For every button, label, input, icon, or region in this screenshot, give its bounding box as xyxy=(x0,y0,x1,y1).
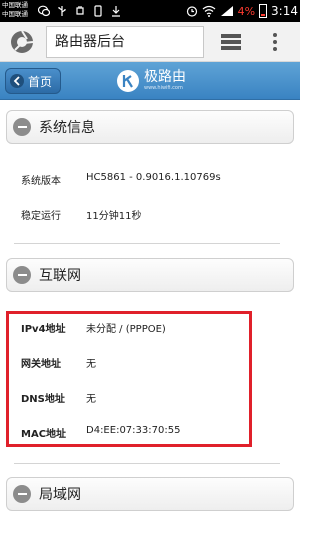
wifi-icon xyxy=(202,5,216,17)
usb-icon xyxy=(58,6,66,16)
battery-icon xyxy=(259,4,268,18)
browser-logo-icon[interactable] xyxy=(10,30,34,54)
brand: 极路由 www.hiwifi.com xyxy=(116,66,186,96)
value-dns: 无 xyxy=(86,394,96,405)
label-uptime: 稳定运行 xyxy=(21,211,61,222)
collapse-icon xyxy=(13,485,31,503)
battery-percent: 4% xyxy=(237,4,256,18)
hiwifi-logo-icon xyxy=(117,70,139,92)
home-button[interactable]: 首页 xyxy=(5,68,61,94)
value-mac: D4:EE:07:33:70:55 xyxy=(86,425,181,436)
collapse-icon xyxy=(13,266,31,284)
section-title: 系统信息 xyxy=(39,120,95,136)
alarm-icon xyxy=(186,6,197,17)
brand-url: www.hiwifi.com xyxy=(144,85,183,91)
browser-toolbar: 路由器后台 xyxy=(0,22,300,62)
app-header: 首页 极路由 www.hiwifi.com xyxy=(0,62,300,100)
label-system-version: 系统版本 xyxy=(21,176,61,187)
signal-icon xyxy=(220,6,233,16)
collapse-icon xyxy=(13,118,31,136)
wechat-icon xyxy=(38,5,50,17)
tabs-icon[interactable] xyxy=(220,33,242,51)
section-title: 局域网 xyxy=(39,487,81,503)
carrier-2: 中国联通 xyxy=(2,10,28,18)
home-label: 首页 xyxy=(28,74,53,89)
status-bar: 中国联通 中国联通 4% 3:14 xyxy=(0,0,300,22)
section-lan[interactable]: 局域网 xyxy=(6,477,294,511)
divider xyxy=(14,463,280,464)
download-icon xyxy=(112,6,120,17)
carrier-labels: 中国联通 中国联通 xyxy=(2,1,28,19)
usb-debug-icon xyxy=(76,6,84,15)
notification-icons xyxy=(38,4,122,18)
brand-name: 极路由 xyxy=(144,69,186,85)
value-system-version: HC5861 - 0.9016.1.10769s xyxy=(86,172,221,183)
phone-icon xyxy=(94,5,102,17)
value-gateway: 无 xyxy=(86,359,96,370)
status-right: 4% 3:14 xyxy=(186,0,298,22)
menu-icon[interactable] xyxy=(268,32,282,52)
address-bar[interactable]: 路由器后台 xyxy=(46,26,204,58)
value-ipv4: 未分配 / (PPPOE) xyxy=(86,324,166,335)
divider xyxy=(14,243,280,244)
label-gateway: 网关地址 xyxy=(21,359,61,370)
section-internet[interactable]: 互联网 xyxy=(6,258,294,292)
label-ipv4: IPv4地址 xyxy=(21,324,66,335)
label-dns: DNS地址 xyxy=(21,394,65,405)
section-title: 互联网 xyxy=(39,268,81,284)
clock: 3:14 xyxy=(271,4,298,18)
carrier-1: 中国联通 xyxy=(2,1,28,9)
label-mac: MAC地址 xyxy=(21,429,67,440)
section-system-info[interactable]: 系统信息 xyxy=(6,110,294,144)
back-arrow-icon xyxy=(10,74,24,88)
value-uptime: 11分钟11秒 xyxy=(86,211,142,222)
